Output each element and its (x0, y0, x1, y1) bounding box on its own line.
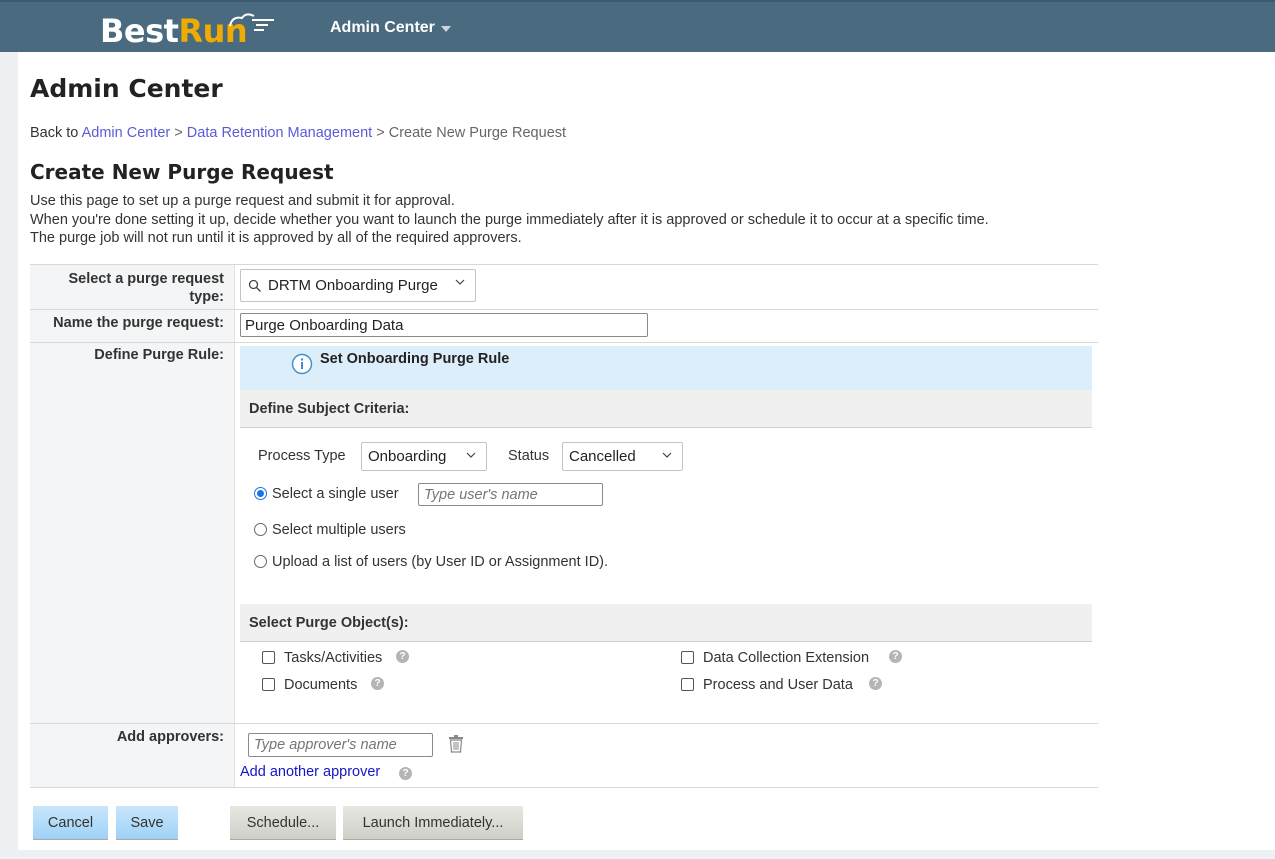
bestrun-logo[interactable]: BestRun (100, 12, 248, 50)
checkbox-data-collection-extension[interactable] (681, 651, 694, 664)
chevron-down-icon (466, 452, 476, 458)
tasks-activities-label: Tasks/Activities (284, 650, 383, 666)
breadcrumb-separator: > (376, 125, 385, 141)
help-icon[interactable]: ? (889, 650, 902, 663)
purge-type-value: DRTM Onboarding Purge (268, 277, 438, 294)
user-name-input[interactable] (418, 483, 603, 506)
radio-multiple-users-label: Select multiple users (272, 522, 406, 538)
add-another-approver-link[interactable]: Add another approver (240, 764, 380, 780)
status-dropdown[interactable]: Cancelled (562, 442, 683, 471)
trash-icon[interactable] (448, 735, 464, 753)
radio-upload-list[interactable] (254, 555, 267, 568)
save-button[interactable]: Save (116, 806, 178, 840)
admin-center-menu-label: Admin Center (330, 19, 435, 36)
page-title: Admin Center (30, 74, 223, 103)
purge-type-label-line: type: (189, 289, 224, 305)
row-divider (30, 309, 1098, 310)
breadcrumb-prefix: Back to (30, 125, 79, 141)
breadcrumb-separator: > (174, 125, 183, 141)
documents-label: Documents (284, 677, 358, 693)
logo-best: Best (100, 12, 179, 50)
breadcrumb-data-retention[interactable]: Data Retention Management (187, 125, 372, 141)
checkbox-tasks-activities[interactable] (262, 651, 275, 664)
approvers-label: Add approvers: (116, 729, 224, 745)
purge-type-label-line: Select a purge request (68, 271, 224, 287)
breadcrumb: Back to Admin Center > Data Retention Ma… (30, 125, 566, 141)
approver-name-input[interactable] (248, 733, 433, 757)
process-type-dropdown[interactable]: Onboarding (361, 442, 487, 471)
label-column (30, 265, 234, 787)
purge-form: Select a purge request type: Name the pu… (30, 264, 1098, 788)
chevron-down-icon (455, 279, 465, 285)
cancel-button[interactable]: Cancel (33, 806, 108, 840)
data-collection-extension-label: Data Collection Extension (703, 650, 870, 666)
purge-rule-label: Define Purge Rule: (94, 347, 224, 363)
intro-text: Use this page to set up a purge request … (30, 192, 989, 248)
launch-immediately-button[interactable]: Launch Immediately... (343, 806, 523, 840)
info-icon (291, 353, 313, 375)
purge-objects-header: Select Purge Object(s): (240, 604, 1092, 642)
caret-down-icon (440, 26, 451, 32)
logo-cloud-icon (229, 13, 274, 31)
section-title: Create New Purge Request (30, 160, 334, 184)
rule-header: Set Onboarding Purge Rule (240, 346, 1092, 390)
checkbox-process-user-data[interactable] (681, 678, 694, 691)
intro-line: The purge job will not run until it is a… (30, 230, 522, 246)
checkbox-documents[interactable] (262, 678, 275, 691)
status-value: Cancelled (569, 448, 636, 465)
purge-type-select[interactable]: DRTM Onboarding Purge (240, 269, 476, 302)
row-divider (30, 787, 1098, 788)
help-icon[interactable]: ? (371, 677, 384, 690)
purge-type-label: Select a purge request type: (24, 270, 224, 306)
radio-single-user[interactable] (254, 487, 267, 500)
process-user-data-label: Process and User Data (703, 677, 853, 693)
breadcrumb-current: Create New Purge Request (388, 125, 567, 141)
process-type-value: Onboarding (368, 448, 447, 465)
help-icon[interactable]: ? (869, 677, 882, 690)
radio-multiple-users[interactable] (254, 523, 267, 536)
purge-name-label: Name the purge request: (53, 315, 224, 331)
chevron-down-icon (662, 452, 672, 458)
breadcrumb-admin-center[interactable]: Admin Center (82, 125, 171, 141)
intro-line: When you're done setting it up, decide w… (30, 211, 989, 228)
status-label: Status (508, 448, 550, 464)
row-divider (30, 342, 1098, 343)
radio-upload-list-label: Upload a list of users (by User ID or As… (272, 554, 609, 570)
row-divider (30, 723, 1098, 724)
column-divider (234, 265, 235, 787)
purge-name-input[interactable] (240, 313, 648, 337)
intro-line: Use this page to set up a purge request … (30, 193, 455, 209)
top-bar: BestRun Admin Center (0, 0, 1275, 52)
rule-header-title: Set Onboarding Purge Rule (320, 351, 510, 367)
schedule-button[interactable]: Schedule... (230, 806, 336, 840)
process-type-label: Process Type (258, 448, 346, 464)
admin-center-menu[interactable]: Admin Center (330, 19, 451, 37)
subject-criteria-header: Define Subject Criteria: (240, 390, 1092, 428)
radio-single-user-label: Select a single user (272, 486, 399, 502)
help-icon[interactable]: ? (399, 767, 412, 780)
search-icon (248, 279, 261, 292)
help-icon[interactable]: ? (396, 650, 409, 663)
